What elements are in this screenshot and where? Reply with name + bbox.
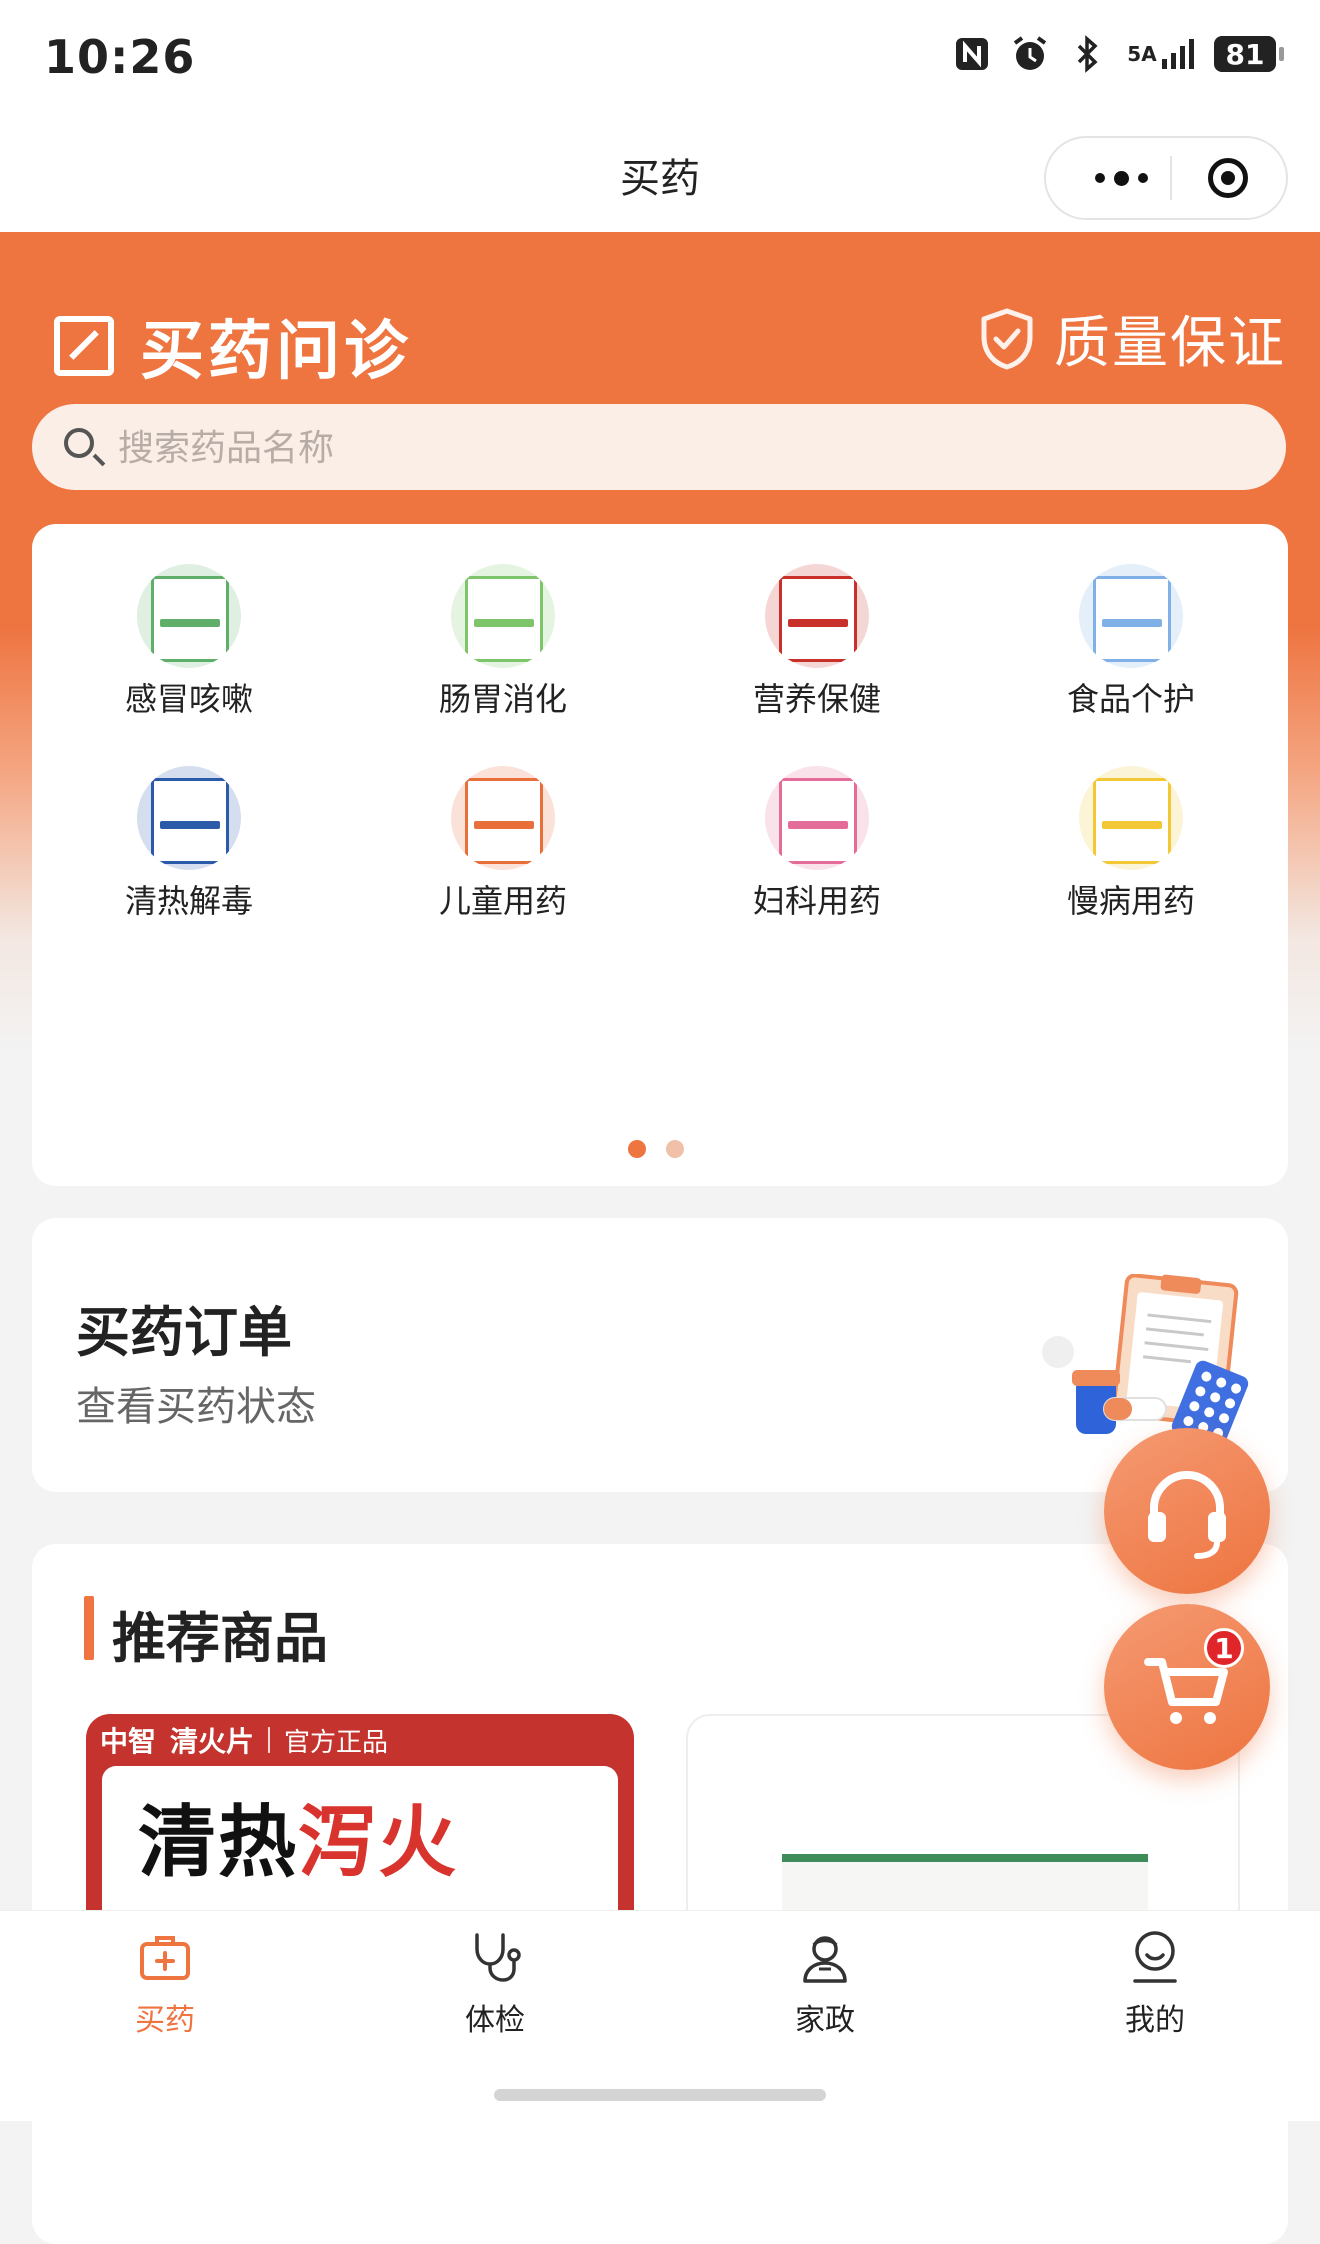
search-icon <box>64 428 94 458</box>
customer-service-button[interactable] <box>1104 1428 1270 1594</box>
product-brand: 中智 <box>100 1725 157 1758</box>
chronic-disease-medicine-icon <box>1079 766 1183 870</box>
product-name: 清火片 <box>170 1725 255 1758</box>
shield-check-icon <box>981 308 1033 369</box>
alarm-icon <box>1010 34 1050 74</box>
tab-housekeeping[interactable]: 家政 <box>660 1929 990 2039</box>
brand-title: 买药问诊 <box>140 315 412 389</box>
product-slogan: 清热泻火 <box>138 1798 459 1888</box>
category-pager <box>628 1140 684 1158</box>
category-card: 感冒咳嗽 肠胃消化 营养保健 食品个护 清热解毒 儿童用药 妇科用药 慢病用药 <box>32 524 1288 1186</box>
medicine-kit-icon <box>140 1936 190 1980</box>
status-time: 10:26 <box>44 30 196 84</box>
cold-cough-icon <box>137 564 241 668</box>
food-personal-care-icon <box>1079 564 1183 668</box>
housekeeper-icon <box>803 1936 847 1983</box>
search-bar[interactable] <box>32 404 1286 492</box>
pager-dot[interactable] <box>666 1140 684 1158</box>
quality-label: 质量保证 <box>1054 311 1286 376</box>
category-label: 肠胃消化 <box>438 680 567 718</box>
category-label: 慢病用药 <box>1066 882 1195 920</box>
category-item[interactable]: 妇科用药 <box>660 766 974 922</box>
category-label: 儿童用药 <box>438 882 567 920</box>
recommend-title: 推荐商品 <box>112 1607 328 1670</box>
category-item[interactable]: 肠胃消化 <box>346 564 660 720</box>
headset-icon <box>1148 1470 1226 1559</box>
gynecology-medicine-icon <box>765 766 869 870</box>
category-item[interactable]: 食品个护 <box>974 564 1288 720</box>
cart-button[interactable]: 1 <box>1104 1604 1270 1770</box>
tab-label: 体检 <box>465 2003 525 2038</box>
orders-subtitle: 查看买药状态 <box>76 1384 316 1430</box>
cart-badge: 1 <box>1204 1628 1244 1668</box>
cart-icon <box>1144 1658 1228 1724</box>
children-medicine-icon <box>451 766 555 870</box>
bluetooth-icon <box>1068 34 1108 74</box>
orders-title: 买药订单 <box>76 1301 292 1364</box>
stomach-digestion-icon <box>451 564 555 668</box>
pager-dot[interactable] <box>628 1140 646 1158</box>
home-indicator[interactable] <box>494 2089 826 2101</box>
heat-detox-icon <box>137 766 241 870</box>
category-label: 清热解毒 <box>124 882 253 920</box>
category-item[interactable]: 感冒咳嗽 <box>32 564 346 720</box>
nav-bar: 买药 <box>0 112 1320 232</box>
tab-profile[interactable]: 我的 <box>990 1929 1320 2039</box>
product-header: 中智 清火片 官方正品 <box>100 1720 388 1760</box>
category-label: 妇科用药 <box>752 882 881 920</box>
category-item[interactable]: 儿童用药 <box>346 766 660 922</box>
more-options-button[interactable] <box>1076 160 1166 196</box>
category-label: 营养保健 <box>752 680 881 718</box>
capsule-divider <box>1170 156 1172 200</box>
category-label: 食品个护 <box>1066 680 1195 718</box>
status-icons: 5A 81 <box>952 34 1284 74</box>
quality-guarantee: 质量保证 <box>978 298 1286 379</box>
close-miniprogram-button[interactable] <box>1208 158 1248 198</box>
brand-logo-icon <box>54 316 114 376</box>
search-input[interactable] <box>116 404 1240 492</box>
category-item[interactable]: 营养保健 <box>660 564 974 720</box>
orders-card[interactable]: 买药订单 查看买药状态 <box>32 1218 1288 1492</box>
official-label: 官方正品 <box>284 1727 389 1758</box>
tab-checkup[interactable]: 体检 <box>330 1929 660 2039</box>
category-label: 感冒咳嗽 <box>124 680 253 718</box>
nfc-icon <box>952 34 992 74</box>
nutrition-health-icon <box>765 564 869 668</box>
profile-icon <box>1133 1931 1177 1983</box>
mini-program-capsule <box>1044 136 1288 220</box>
tab-label: 家政 <box>795 2003 855 2038</box>
stethoscope-icon <box>475 1933 521 1982</box>
section-accent-bar <box>84 1596 94 1660</box>
tab-buy-medicine[interactable]: 买药 <box>0 1929 330 2039</box>
network-type-top: 5A <box>1127 42 1157 66</box>
brand-header: 买药问诊 <box>54 300 412 392</box>
tab-label: 买药 <box>135 2003 195 2038</box>
battery-indicator: 81 <box>1214 36 1284 72</box>
category-grid: 感冒咳嗽 肠胃消化 营养保健 食品个护 清热解毒 儿童用药 妇科用药 慢病用药 <box>32 564 1288 922</box>
status-bar: 10:26 5A 81 <box>0 0 1320 112</box>
recommend-section: 推荐商品 中智 清火片 官方正品 清热泻火 <box>32 1544 1288 2244</box>
signal-icon: 5A <box>1126 34 1196 74</box>
tab-label: 我的 <box>1125 2003 1185 2038</box>
tab-bar: 买药 体检 家政 我的 <box>0 1910 1320 2121</box>
category-item[interactable]: 慢病用药 <box>974 766 1288 922</box>
clipboard-pills-icon <box>1042 1274 1249 1450</box>
category-item[interactable]: 清热解毒 <box>32 766 346 922</box>
